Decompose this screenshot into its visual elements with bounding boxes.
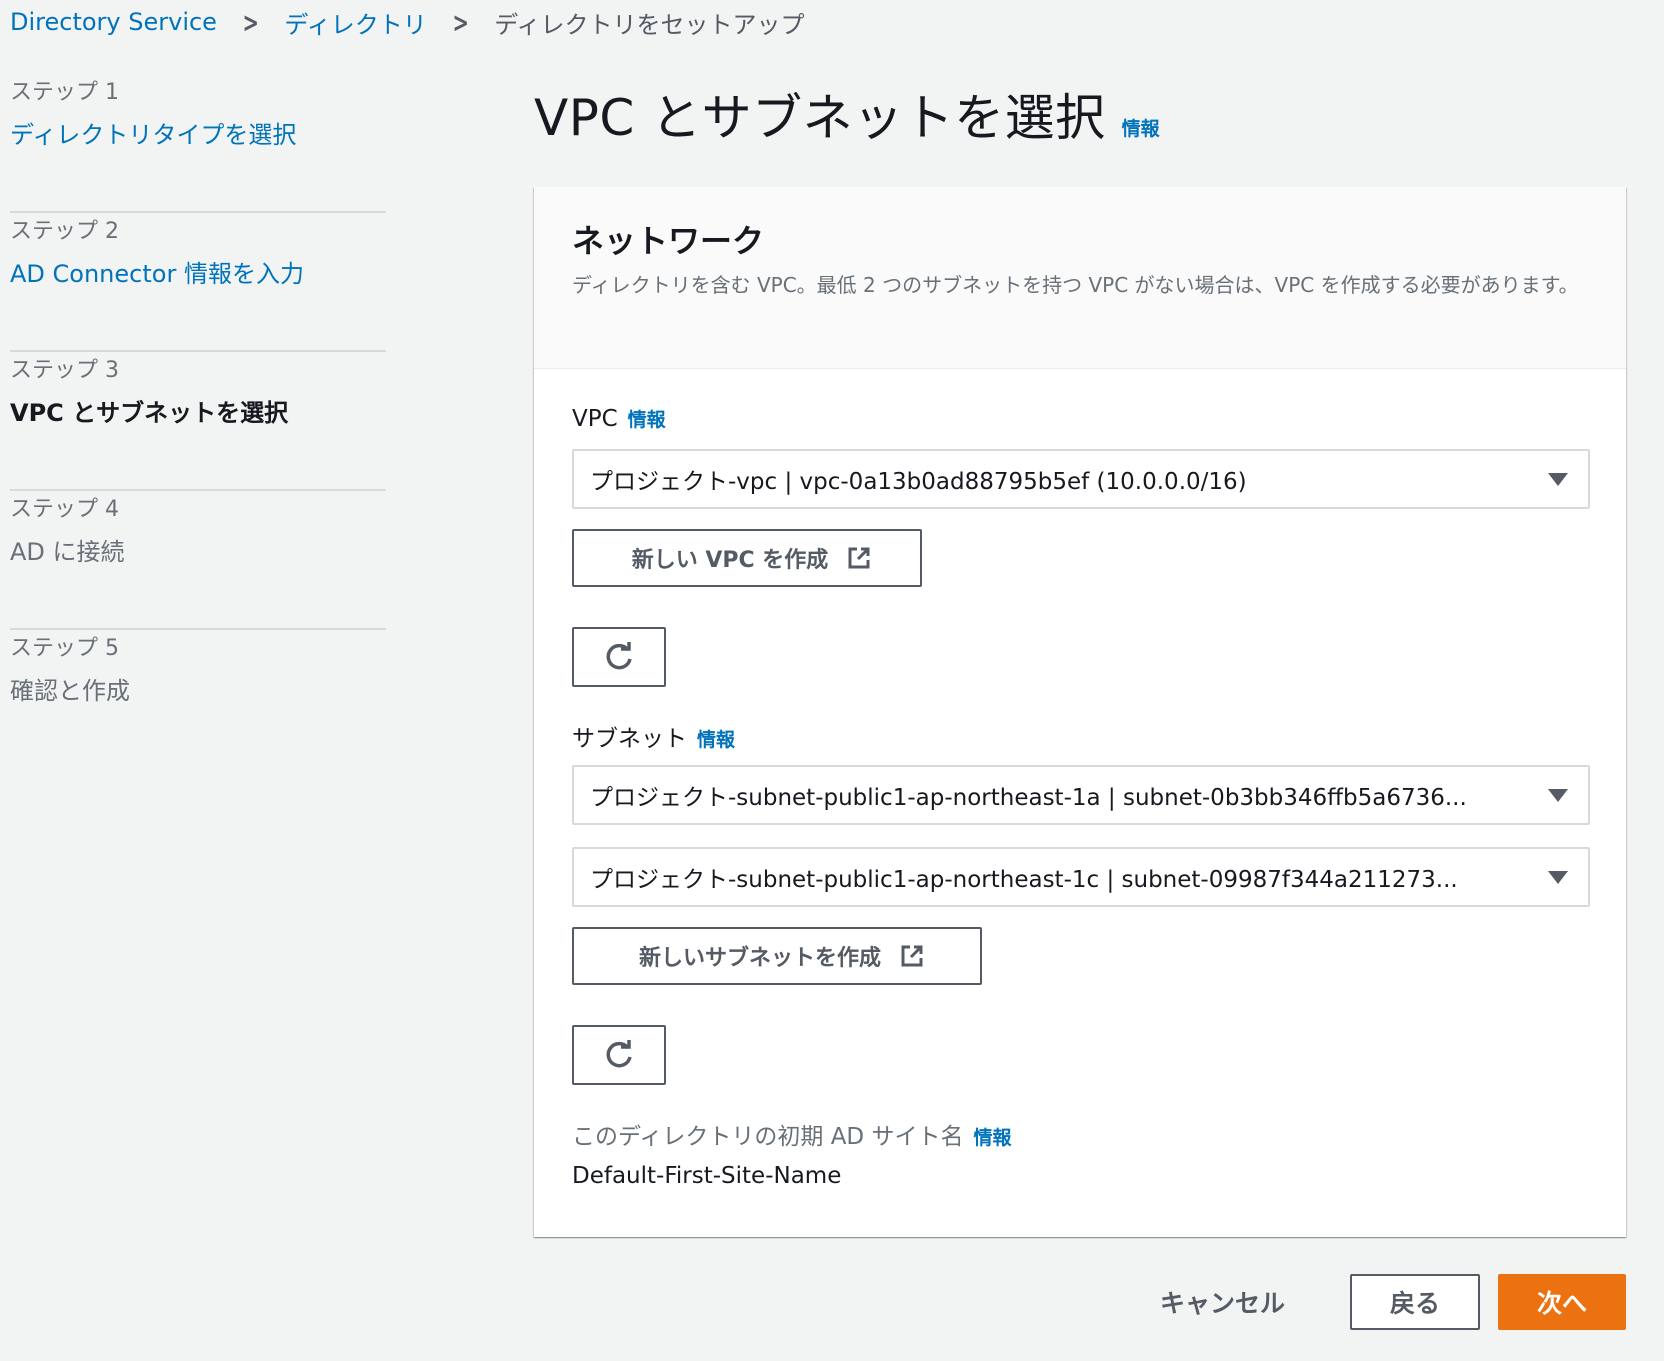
vpc-select-value: プロジェクト-vpc | vpc-0a13b0ad88795b5ef (10.0… bbox=[590, 469, 1247, 495]
create-vpc-button[interactable]: 新しい VPC を作成 bbox=[572, 529, 922, 587]
step-label: ステップ 2 bbox=[10, 219, 119, 244]
cancel-button[interactable]: キャンセル bbox=[1160, 1274, 1285, 1330]
step-label: ステップ 5 bbox=[10, 636, 119, 661]
step-label: ステップ 1 bbox=[10, 80, 119, 105]
ad-site-field-label: このディレクトリの初期 AD サイト名 情報 bbox=[572, 1117, 1011, 1151]
step-current-vpc-subnet: VPC とサブネットを選択 bbox=[10, 399, 289, 427]
wizard-step-3: ステップ 3 VPC とサブネットを選択 bbox=[10, 352, 386, 491]
back-button[interactable]: 戻る bbox=[1350, 1274, 1480, 1330]
page-header: VPC とサブネットを選択 情報 bbox=[534, 78, 1160, 150]
breadcrumb-current: ディレクトリをセットアップ bbox=[494, 10, 805, 39]
network-heading: ネットワーク bbox=[572, 222, 765, 260]
subnet-select-2[interactable]: プロジェクト-subnet-public1-ap-northeast-1c | … bbox=[572, 847, 1590, 907]
caret-down-icon bbox=[1548, 789, 1568, 802]
wizard-steps: ステップ 1 ディレクトリタイプを選択 ステップ 2 AD Connector … bbox=[10, 74, 386, 769]
vpc-select[interactable]: プロジェクト-vpc | vpc-0a13b0ad88795b5ef (10.0… bbox=[572, 449, 1590, 509]
wizard-step-2: ステップ 2 AD Connector 情報を入力 bbox=[10, 213, 386, 352]
vpc-label: VPC bbox=[572, 406, 618, 432]
subnet-select-2-value: プロジェクト-subnet-public1-ap-northeast-1c | … bbox=[590, 867, 1458, 893]
chevron-right-icon: > bbox=[452, 5, 469, 39]
wizard-step-4: ステップ 4 AD に接続 bbox=[10, 491, 386, 630]
subnet-info-link[interactable]: 情報 bbox=[697, 725, 735, 752]
breadcrumb-directories[interactable]: ディレクトリ bbox=[284, 5, 426, 40]
caret-down-icon bbox=[1548, 871, 1568, 884]
create-subnet-button-label: 新しいサブネットを作成 bbox=[638, 946, 881, 971]
create-vpc-button-label: 新しい VPC を作成 bbox=[631, 548, 829, 573]
vpc-field-label: VPC 情報 bbox=[572, 405, 666, 432]
external-link-icon bbox=[848, 547, 870, 569]
subnet-field-label: サブネット 情報 bbox=[572, 719, 735, 753]
subnet-select-1[interactable]: プロジェクト-subnet-public1-ap-northeast-1a | … bbox=[572, 765, 1590, 825]
refresh-icon bbox=[606, 1040, 632, 1068]
wizard-step-5: ステップ 5 確認と作成 bbox=[10, 630, 386, 769]
ad-site-value: Default-First-Site-Name bbox=[572, 1163, 842, 1189]
network-description: ディレクトリを含む VPC。最低 2 つのサブネットを持つ VPC がない場合は… bbox=[572, 273, 1579, 297]
caret-down-icon bbox=[1548, 473, 1568, 486]
create-subnet-button[interactable]: 新しいサブネットを作成 bbox=[572, 927, 982, 985]
step-link-ad-connector-info[interactable]: AD Connector 情報を入力 bbox=[10, 257, 386, 291]
step-review-create: 確認と作成 bbox=[10, 677, 130, 705]
network-container-header: ネットワーク ディレクトリを含む VPC。最低 2 つのサブネットを持つ VPC… bbox=[534, 187, 1626, 369]
breadcrumb: Directory Service > ディレクトリ > ディレクトリをセットア… bbox=[10, 4, 805, 40]
network-container: ネットワーク ディレクトリを含む VPC。最低 2 つのサブネットを持つ VPC… bbox=[534, 187, 1626, 1237]
vpc-info-link[interactable]: 情報 bbox=[628, 405, 666, 432]
step-connect-ad: AD に接続 bbox=[10, 538, 125, 566]
subnet-label: サブネット bbox=[572, 726, 687, 752]
step-link-select-directory-type[interactable]: ディレクトリタイプを選択 bbox=[10, 118, 386, 152]
step-label: ステップ 3 bbox=[10, 358, 119, 383]
page-info-link[interactable]: 情報 bbox=[1122, 114, 1160, 141]
external-link-icon bbox=[901, 945, 923, 967]
ad-site-label: このディレクトリの初期 AD サイト名 bbox=[572, 1124, 964, 1150]
wizard-step-1: ステップ 1 ディレクトリタイプを選択 bbox=[10, 74, 386, 213]
step-label: ステップ 4 bbox=[10, 497, 119, 522]
next-button[interactable]: 次へ bbox=[1498, 1274, 1626, 1330]
refresh-vpc-button[interactable] bbox=[572, 627, 666, 687]
page-title: VPC とサブネットを選択 bbox=[534, 89, 1106, 147]
refresh-icon bbox=[606, 642, 632, 670]
chevron-right-icon: > bbox=[242, 5, 259, 39]
subnet-select-1-value: プロジェクト-subnet-public1-ap-northeast-1a | … bbox=[590, 785, 1467, 811]
refresh-subnet-button[interactable] bbox=[572, 1025, 666, 1085]
breadcrumb-directory-service[interactable]: Directory Service bbox=[10, 8, 217, 36]
ad-site-info-link[interactable]: 情報 bbox=[973, 1123, 1011, 1150]
page: Directory Service > ディレクトリ > ディレクトリをセットア… bbox=[0, 0, 1664, 1361]
